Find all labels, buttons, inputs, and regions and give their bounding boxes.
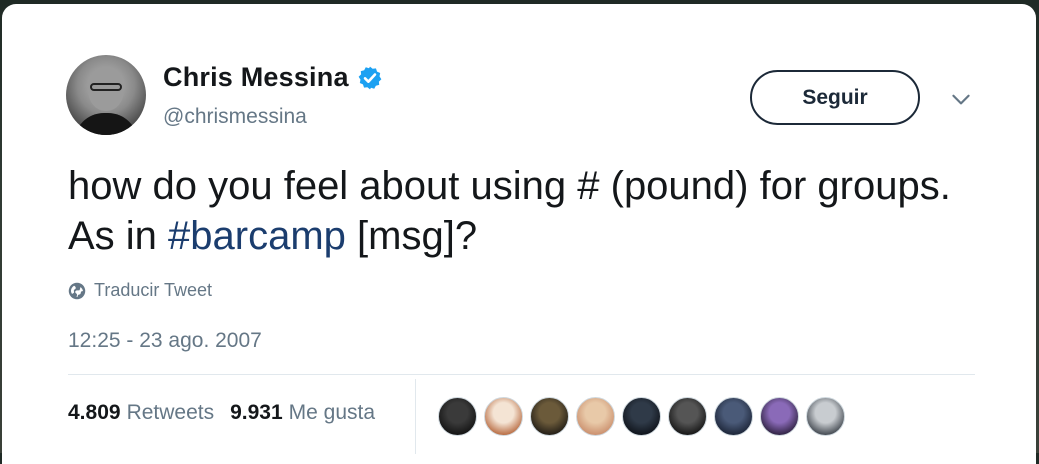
likes-stat[interactable]: 9.931 Me gusta — [230, 401, 375, 425]
author-handle[interactable]: @chrismessina — [163, 105, 307, 129]
liker-avatar[interactable] — [622, 397, 661, 436]
divider-top — [68, 374, 975, 375]
retweets-stat[interactable]: 4.809 Retweets — [68, 401, 214, 425]
tweet-text-after: [msg]? — [345, 214, 478, 258]
liker-avatar[interactable] — [668, 397, 707, 436]
tweet-timestamp[interactable]: 12:25 - 23 ago. 2007 — [68, 329, 262, 353]
retweets-label: Retweets — [126, 401, 215, 424]
avatar-shirt — [74, 113, 138, 135]
liker-avatar[interactable] — [760, 397, 799, 436]
liker-avatar[interactable] — [576, 397, 615, 436]
tweet-card: Chris Messina @chrismessina Seguir how d… — [2, 4, 1036, 464]
liker-avatars — [438, 397, 845, 436]
likes-count: 9.931 — [230, 401, 283, 424]
tweet-stats: 4.809 Retweets 9.931 Me gusta — [68, 401, 375, 425]
globe-icon — [68, 282, 86, 299]
translate-tweet-link[interactable]: Traducir Tweet — [68, 280, 212, 301]
retweets-count: 4.809 — [68, 401, 121, 424]
liker-avatar[interactable] — [438, 397, 477, 436]
liker-avatar[interactable] — [484, 397, 523, 436]
verified-badge-icon — [358, 66, 382, 89]
liker-avatar[interactable] — [714, 397, 753, 436]
liker-avatar[interactable] — [806, 397, 845, 436]
tweet-text: how do you feel about using # (pound) fo… — [68, 161, 968, 261]
stats-divider — [415, 379, 416, 454]
translate-label: Traducir Tweet — [94, 280, 213, 300]
avatar-glasses — [90, 83, 122, 91]
avatar[interactable] — [66, 55, 146, 135]
likes-label: Me gusta — [288, 401, 376, 424]
chevron-down-icon[interactable] — [948, 86, 974, 112]
author-name-row: Chris Messina — [163, 62, 383, 93]
liker-avatar[interactable] — [530, 397, 569, 436]
hashtag-link[interactable]: #barcamp — [168, 214, 346, 258]
follow-button[interactable]: Seguir — [750, 70, 920, 125]
author-name[interactable]: Chris Messina — [163, 62, 349, 93]
